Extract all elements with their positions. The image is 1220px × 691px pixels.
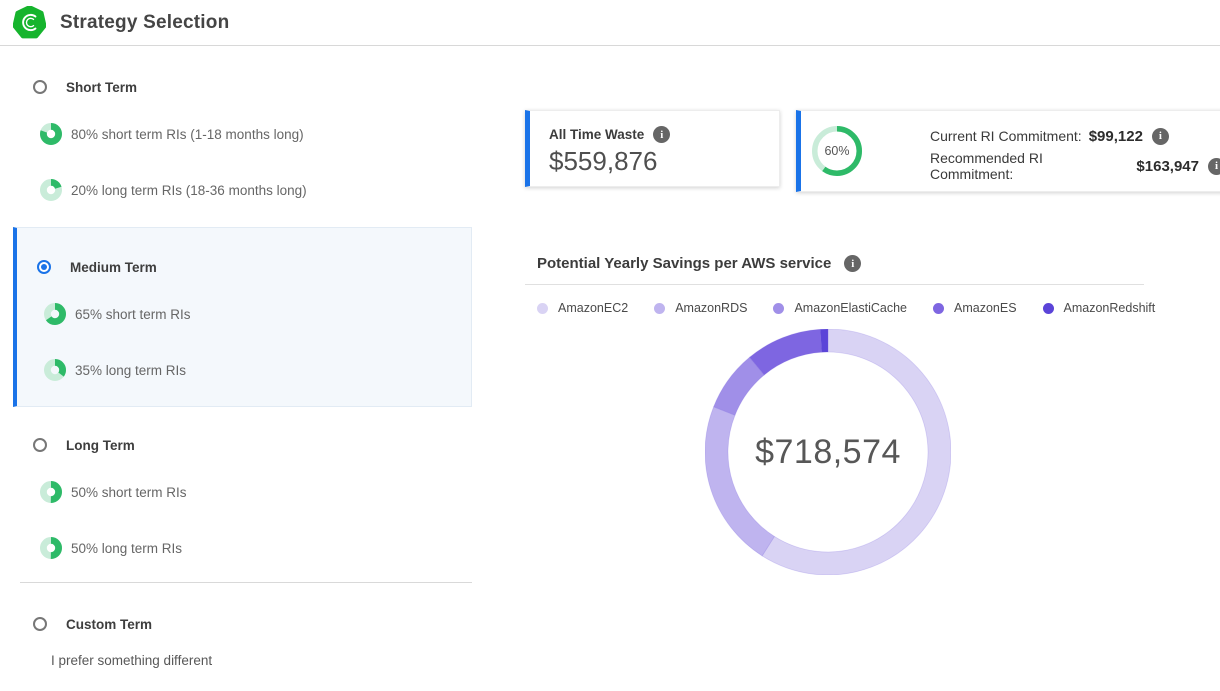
savings-chart-header: Potential Yearly Savings per AWS service…	[537, 255, 861, 272]
legend-item-AmazonES[interactable]: AmazonES	[933, 301, 1017, 315]
percent-ring-icon	[40, 481, 62, 503]
current-commitment-label: Current RI Commitment:	[930, 128, 1082, 144]
legend-label: AmazonES	[954, 301, 1017, 315]
divider	[20, 582, 472, 583]
savings-chart-title: Potential Yearly Savings per AWS service	[537, 255, 831, 272]
medium-term-radio[interactable]	[37, 260, 51, 274]
short-term-radio[interactable]	[33, 80, 47, 94]
recommended-commitment-value: $163,947	[1136, 158, 1199, 175]
ri-commitment-card: 60% Current RI Commitment: $99,122 i Rec…	[796, 110, 1220, 192]
donut-center-total: $718,574	[705, 329, 951, 575]
legend-label: AmazonRDS	[675, 301, 747, 315]
coverage-ring: 60%	[812, 126, 862, 176]
custom-term-description: I prefer something different	[13, 650, 472, 670]
strategy-long-term: Long Term 50% short term RIs 50% long te…	[13, 433, 472, 560]
strategy-custom-term: Custom Term I prefer something different	[13, 612, 472, 670]
strategy-label: Custom Term	[66, 617, 152, 632]
percent-ring-icon	[44, 303, 66, 325]
strategy-option: 20% long term RIs (18-36 months long)	[13, 178, 472, 202]
strategy-option: 65% short term RIs	[17, 302, 471, 326]
info-icon[interactable]: i	[1208, 158, 1220, 175]
strategy-option: 80% short term RIs (1-18 months long)	[13, 122, 472, 146]
current-commitment-row: Current RI Commitment: $99,122 i	[930, 126, 1220, 147]
legend-dot-icon	[537, 303, 548, 314]
coverage-percent-label: 60%	[812, 126, 862, 176]
all-time-waste-card: All Time Waste i $559,876	[525, 110, 780, 187]
percent-ring-icon	[40, 123, 62, 145]
option-label: 80% short term RIs (1-18 months long)	[71, 127, 304, 142]
waste-card-title: All Time Waste	[549, 127, 644, 142]
option-label: 65% short term RIs	[75, 307, 191, 322]
waste-card-value: $559,876	[549, 146, 779, 177]
strategy-label: Long Term	[66, 438, 135, 453]
legend-label: AmazonElastiCache	[794, 301, 907, 315]
strategy-option: 50% long term RIs	[13, 536, 472, 560]
legend-item-AmazonEC2[interactable]: AmazonEC2	[537, 301, 628, 315]
percent-ring-icon	[40, 179, 62, 201]
legend-dot-icon	[654, 303, 665, 314]
info-icon[interactable]: i	[844, 255, 861, 272]
savings-donut-chart: $718,574	[705, 329, 951, 575]
strategy-selection-page: Strategy Selection Short Term 80% short …	[0, 0, 1220, 691]
legend-item-AmazonRDS[interactable]: AmazonRDS	[654, 301, 747, 315]
legend-item-AmazonElastiCache[interactable]: AmazonElastiCache	[773, 301, 907, 315]
recommended-commitment-label: Recommended RI Commitment:	[930, 150, 1129, 182]
page-title: Strategy Selection	[60, 12, 229, 34]
cloudcheckr-logo-icon	[13, 6, 46, 39]
custom-term-radio[interactable]	[33, 617, 47, 631]
strategy-medium-term-header[interactable]: Medium Term	[17, 255, 471, 279]
legend-item-AmazonRedshift[interactable]: AmazonRedshift	[1043, 301, 1156, 315]
option-label: 50% long term RIs	[71, 541, 182, 556]
legend-dot-icon	[1043, 303, 1054, 314]
recommended-commitment-row: Recommended RI Commitment: $163,947 i	[930, 156, 1220, 177]
strategy-short-term: Short Term 80% short term RIs (1-18 mont…	[13, 75, 472, 202]
strategy-medium-term: Medium Term 65% short term RIs 35% long …	[13, 227, 472, 407]
strategy-label: Short Term	[66, 80, 137, 95]
current-commitment-value: $99,122	[1089, 128, 1143, 145]
strategy-list: Short Term 80% short term RIs (1-18 mont…	[13, 46, 472, 670]
strategy-label: Medium Term	[70, 260, 157, 275]
strategy-option: 35% long term RIs	[17, 358, 471, 382]
legend-label: AmazonEC2	[558, 301, 628, 315]
strategy-long-term-header[interactable]: Long Term	[13, 433, 472, 457]
option-label: 50% short term RIs	[71, 485, 187, 500]
info-icon[interactable]: i	[653, 126, 670, 143]
strategy-custom-term-header[interactable]: Custom Term	[13, 612, 472, 636]
strategy-short-term-header[interactable]: Short Term	[13, 75, 472, 99]
legend-label: AmazonRedshift	[1064, 301, 1156, 315]
chart-legend: AmazonEC2 AmazonRDS AmazonElastiCache Amazo…	[537, 301, 1155, 315]
percent-ring-icon	[44, 359, 66, 381]
divider	[525, 284, 1144, 285]
legend-dot-icon	[773, 303, 784, 314]
long-term-radio[interactable]	[33, 438, 47, 452]
option-label: 20% long term RIs (18-36 months long)	[71, 183, 307, 198]
legend-dot-icon	[933, 303, 944, 314]
option-label: 35% long term RIs	[75, 363, 186, 378]
page-header: Strategy Selection	[0, 0, 1220, 46]
strategy-option: 50% short term RIs	[13, 480, 472, 504]
percent-ring-icon	[40, 537, 62, 559]
info-icon[interactable]: i	[1152, 128, 1169, 145]
